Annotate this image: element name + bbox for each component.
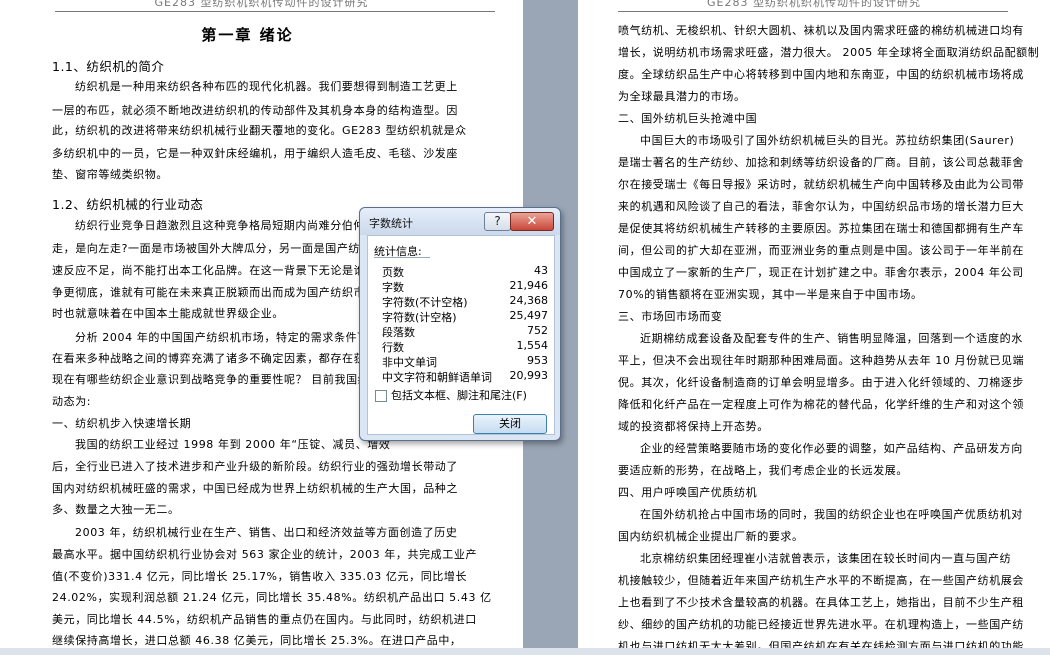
text-line: 要适应新的形势，在战略上，我们考虑企业的长远发展。 [618,464,908,477]
text-line: 是促使其将纺织机械生产转移的主要原因。苏拉集团在瑞士和德国都拥有生产车 [618,222,1024,235]
text-line: 争更彻底，谁就有可能在未来真正脱颖而出而成为国产纺织市场 [52,286,377,299]
text-line: 继续保持高增长，进口总额 46.38 亿美元，同比增长 25.3%。在进口产品中… [52,634,462,647]
text-line: 值(不变价)331.4 亿元，同比增长 25.17%，销售收入 335.03 亿… [52,570,468,583]
stat-row: 字符数(不计空格) 24,368 [382,294,548,309]
text-line: 现在有哪些纺织企业意识到战略竞争的重要性呢？ 目前我国纺织 [52,373,381,386]
text-line: 中国巨大的市场吸引了国外纺织机械巨头的目光。苏拉纺织集团(Saurer) [640,134,1015,147]
running-header: GE283 型纺织机织机传动件的设计研究 [154,0,369,9]
text-line: 为全球最具潜力的市场。 [618,90,746,103]
text-line: 域的投资都将保持上开态势。 [618,420,769,433]
stat-name: 字符数(计空格) [382,311,457,324]
word-count-dialog: 字数统计 ? ✕ 统计信息: 页数 43 字数 21,946 字符数(不计空格)… [359,207,561,441]
text-line: 北京棉纺织集团经理崔小洁就曾表示，该集团在较长时间内一直与国产纺 [640,552,1012,565]
text-line: 纺织机是一种用来纺织各种布匹的现代化机器。我们要想得到制造工艺更上 [75,80,458,93]
text-line: 中国成立了一家新的生产厂，现正在计划扩建之中。菲舍尔表示，2004 年公司 [618,266,1024,279]
stat-name: 字数 [382,281,404,294]
text-line: 度。全球纺织品生产中心将转移到中国内地和东南亚，中国的纺织机械市场将成 [618,68,1024,81]
header-rule [618,11,1008,12]
stat-value: 43 [534,264,548,277]
help-button[interactable]: ? [484,212,511,231]
text-line: 增长，说明纺机市场需求旺盛，潜力很大。 2005 年全球将全面取消纺织品配额制 [618,46,1040,59]
text-line: 企业的经营策略要随市场的变化作必要的调整，如产品结构、产品研发方向 [640,442,1023,455]
text-line: 垫、窗帘等绒类织物。 [52,168,168,181]
text-line: 间，但公司的扩大却在亚洲，而亚洲业务的重点则是中国。该公司于一年半前在 [618,244,1024,257]
text-line: 机接触较少，但随着近年来国产纺机生产水平的不断提高，在一些国产纺机展会 [618,574,1024,587]
text-line: 纱、细纱的国产纺机的功能已经接近世界先进水平。在机理构造上，一些国产纺 [618,618,1024,631]
text-line: 走，是向左走?一面是市场被国外大牌瓜分，另一面是国产纺织机 [52,242,384,255]
stat-value: 953 [527,354,548,367]
text-line: 纺织行业竞争日趋激烈且这种竞争格局短期内尚难分伯仲 [75,219,365,232]
stat-name: 中文字符和朝鲜语单词 [382,371,492,384]
stat-name: 字符数(不计空格) [382,296,468,309]
stat-name: 页数 [382,266,404,279]
text-line: 一层的布匹，就必须不断地改进纺织机的传动部件及其机身本身的结构造型。因 [52,104,458,117]
dialog-titlebar[interactable]: 字数统计 ? ✕ [360,208,560,235]
header-rule [55,11,495,12]
text-line: 时也就意味着在中国本土能成就世界级企业。 [52,307,284,320]
text-line: 喷气纺机、无梭织机、针织大圆机、袜机以及国内需求旺盛的棉纺机械进口均有 [618,24,1024,37]
stat-row: 页数 43 [382,264,548,279]
chapter-title: 第一章 绪论 [201,26,294,44]
text-line: 是瑞士著名的生产纺纱、加捻和刺绣等纺织设备的厂商。目前，该公司总裁菲舍 [618,156,1024,169]
dialog-title: 字数统计 [369,217,413,230]
include-footnotes-checkbox[interactable] [375,390,387,402]
text-line: 近期棉纺成套设备及配套专件的生产、销售明显降温，回落到一个适度的水 [640,332,1023,345]
text-line: 上也看到了不少技术含量较高的机器。在具体工艺上，她指出，目前不少生产租 [618,596,1024,609]
text-line: 美元，同比增长 44.5%，纺织机产品销售的重点仍在国内。与此同时，纺织机进口 [52,613,477,626]
text-line: 三、市场回市场而变 [618,310,723,323]
text-line: 分析 2004 年的中国国产纺织机市场，特定的需求条件下如何 [75,331,392,344]
text-line: 降低和化纤产品在一定程度上可作为棉花的替代品，化学纤维的生产和对这个领 [618,398,1024,411]
status-strip [0,648,1050,655]
text-line: 24.02%，实现利润总额 21.24 亿元，同比增长 35.48%。纺织机产品… [52,591,492,604]
document-page-right: GE283 型纺织机织机传动件的设计研究 喷气纺机、无梭织机、针织大圆机、袜机以… [578,0,1050,655]
close-icon[interactable]: ✕ [510,212,554,231]
stat-value: 20,993 [509,369,549,382]
text-line: 我国的纺织工业经过 1998 年到 2000 年“压锭、减员、增效 [75,438,391,451]
text-line: 尔在接受瑞士《每日导报》采访时，就纺织机械生产向中国转移及由此为公司带 [618,178,1024,191]
close-button[interactable]: 关闭 [473,414,547,434]
stat-row: 行数 1,554 [382,339,548,354]
stat-name: 行数 [382,341,404,354]
stat-value: 1,554 [516,339,549,352]
stat-value: 25,497 [509,309,549,322]
text-line: 来的机遇和风险谈了自己的看法，菲舍尔认为，中国纺织品市场的增长潜力巨大 [618,200,1024,213]
text-line: 倪。其次，化纤设备制造商的订单会明显增多。由于进入化纤领域的、刀棉逐步 [618,376,1024,389]
text-line: 国内纺织机械企业提出厂新的要求。 [618,530,804,543]
text-line: 四、用户呼唤国产优质纺机 [618,486,758,499]
text-line: 动态为: [52,395,92,408]
text-line: 国内对纺织机械旺盛的需求，中国已经成为世界上纺织机械的生产大国，品种之 [52,482,458,495]
section-heading: 1.1、纺织机的简介 [52,59,165,74]
stat-row: 字符数(计空格) 25,497 [382,309,548,324]
section-heading: 1.2、纺织机械的行业动态 [52,197,204,212]
stat-value: 24,368 [509,294,549,307]
list-item-heading: 一、纺织机步入快速增长期 [52,417,192,430]
stat-value: 21,946 [509,279,549,292]
stat-row: 中文字符和朝鲜语单词 20,993 [382,369,548,384]
stat-name: 段落数 [382,326,415,339]
text-line: 多、数量之大独一无二。 [52,503,180,516]
stat-row: 非中文单词 953 [382,354,548,369]
text-line: 70%的销售额将在亚洲实现，其中一半是来自于中国市场。 [618,288,923,301]
text-line: 在看来多种战略之间的博弈充满了诸多不确定因素，都存在获胜 [52,352,377,365]
label-underline [374,257,430,258]
text-line: 此，纺织机的改进将带来纺织机械行业翻天覆地的变化。GE283 型纺织机就是众 [52,124,467,137]
running-header: GE283 型纺织机织机传动件的设计研究 [707,0,921,9]
checkbox-label[interactable]: 包括文本框、脚注和尾注(F) [391,387,527,403]
stat-name: 非中文单词 [382,356,437,369]
stat-row: 字数 21,946 [382,279,548,294]
stat-value: 752 [527,324,548,337]
dialog-panel: 统计信息: 页数 43 字数 21,946 字符数(不计空格) 24,368 字… [367,235,555,435]
text-line: 在国外纺机抢占中国市场的同时，我国的纺织企业也在呼唤国产优质纺机对 [640,508,1023,521]
text-line: 平上，但决不会出现往年时期那种困难局面。这种趋势从去年 10 月份就已见端 [618,354,1025,367]
text-line: 速反应不足，尚不能打出本工化品牌。在这一背景下无论是谁， [52,264,377,277]
text-line: 2003 年，纺织机械行业在生产、销售、出口和经济效益等方面创造了历史 [75,526,458,539]
text-line: 二、国外纺机巨头抢滩中国 [618,112,758,125]
text-line: 后，全行业已进入了技术进步和产业升级的新阶段。纺织行业的强劲增长带动了 [52,460,458,473]
text-line: 最高水平。据中国纺织机行业协会对 563 家企业的统计，2003 年，共完成工业… [52,548,478,561]
stat-row: 段落数 752 [382,324,548,339]
text-line: 多纺织机中的一员，它是一种双針床经编机，用于编织人造毛皮、毛毯、沙发座 [52,147,458,160]
